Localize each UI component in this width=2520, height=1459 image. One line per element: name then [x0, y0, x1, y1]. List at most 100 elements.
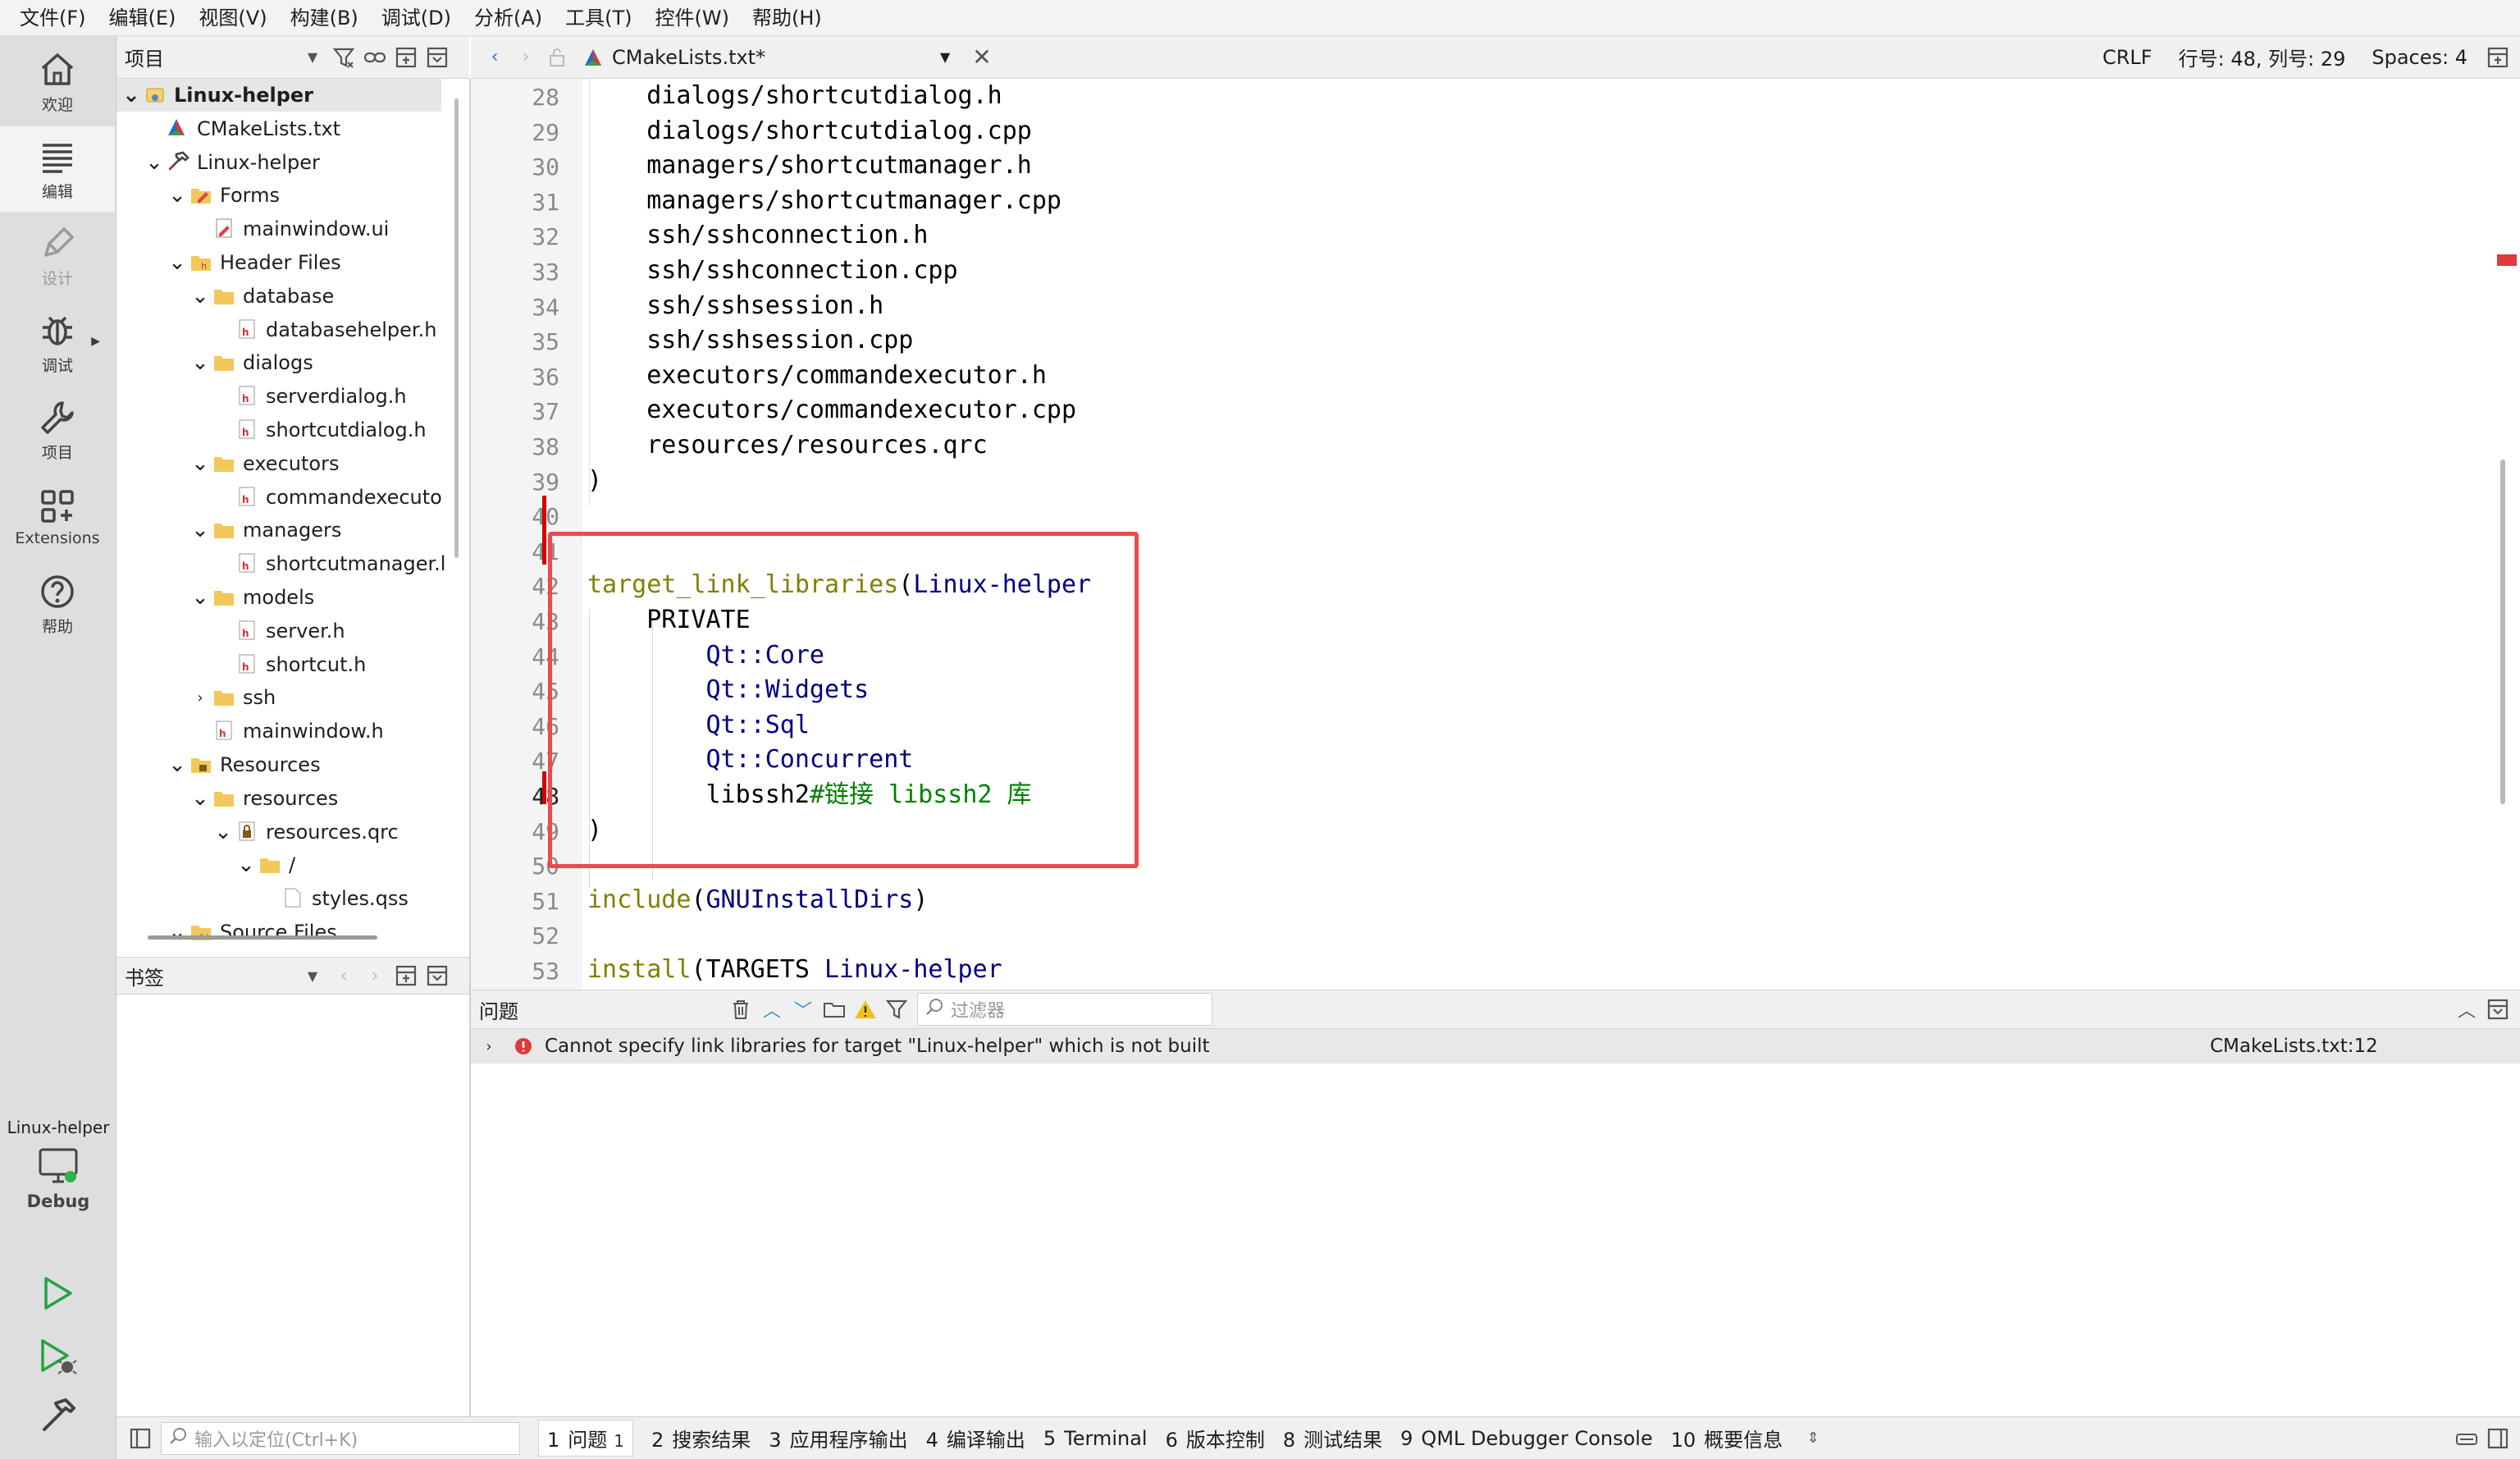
tree-scrollbar[interactable]: [454, 98, 459, 558]
output-tab[interactable]: 8 测试结果: [1283, 1424, 1382, 1452]
chevron-down-icon[interactable]: ⌄: [189, 453, 212, 474]
tree-item[interactable]: ⌄ dialogs: [116, 346, 313, 379]
menu-item[interactable]: 分析(A): [463, 0, 554, 36]
warning-icon[interactable]: [850, 994, 881, 1025]
filter-icon[interactable]: [328, 42, 359, 73]
tree-item[interactable]: ⌄ Resources: [116, 748, 320, 781]
tree-item[interactable]: ⌄ Forms: [116, 179, 280, 212]
tree-item[interactable]: h mainwindow.h: [116, 715, 384, 748]
folder-open-icon[interactable]: [819, 994, 850, 1025]
chevron-down-icon[interactable]: ⌄: [120, 85, 143, 106]
next-issue-icon[interactable]: ﹀: [788, 994, 819, 1025]
tree-item[interactable]: CMakeLists.txt: [116, 112, 340, 145]
line-ending-indicator[interactable]: CRLF: [2102, 46, 2152, 69]
chevron-down-icon[interactable]: ⌄: [189, 286, 212, 307]
menu-item[interactable]: 构建(B): [279, 0, 370, 36]
mode-bug[interactable]: 调试 ▶: [0, 300, 115, 386]
issues-filter-input[interactable]: 过滤器: [917, 993, 1212, 1026]
mode-help[interactable]: 帮助: [0, 561, 115, 647]
debug-run-button[interactable]: [33, 1333, 82, 1382]
chevron-down-icon[interactable]: ⌄: [235, 854, 258, 876]
open-file-selector[interactable]: CMakeLists.txt* ▼: [581, 45, 966, 70]
tree-horizontal-scrollbar[interactable]: [148, 935, 377, 940]
kit-selector[interactable]: Linux-helper Debug: [0, 1108, 116, 1247]
build-button[interactable]: [33, 1392, 82, 1441]
output-tab[interactable]: 3 应用程序输出: [769, 1424, 907, 1452]
forward-icon[interactable]: ›: [510, 42, 541, 73]
next-icon[interactable]: ›: [359, 960, 390, 991]
close-file-icon[interactable]: ✕: [966, 42, 998, 73]
mode-home[interactable]: 欢迎: [0, 39, 115, 125]
chevron-down-icon[interactable]: ⌄: [189, 519, 212, 541]
dropdown-arrow-icon[interactable]: ▼: [297, 42, 328, 73]
expand-arrow-icon[interactable]: ›: [471, 1038, 507, 1055]
tree-item[interactable]: ⌄ Linux-helper: [116, 79, 441, 112]
tree-item[interactable]: styles.qss: [116, 882, 409, 915]
trash-icon[interactable]: [725, 994, 756, 1025]
toggle-right-sidebar-icon[interactable]: [2482, 1423, 2513, 1454]
chevron-right-icon[interactable]: ›: [189, 689, 212, 707]
tree-item[interactable]: › ssh: [116, 681, 276, 714]
tree-item[interactable]: ⌄ /: [116, 848, 295, 881]
indentation-setting[interactable]: Spaces: 4: [2372, 46, 2468, 69]
tree-item[interactable]: ⌄ database: [116, 280, 334, 313]
output-tab[interactable]: 4 编译输出: [926, 1424, 1025, 1452]
chevron-down-icon[interactable]: ⌄: [212, 821, 235, 843]
output-tab[interactable]: 2 搜索结果: [651, 1424, 751, 1452]
editor-scrollbar[interactable]: [2500, 460, 2505, 804]
menu-item[interactable]: 帮助(H): [741, 0, 833, 36]
tree-item[interactable]: h commandexecuto: [116, 481, 442, 514]
dropdown-arrow-icon[interactable]: ▼: [297, 960, 328, 991]
back-icon[interactable]: ‹: [479, 42, 510, 73]
tree-item[interactable]: h shortcut.h: [116, 648, 366, 681]
chevron-down-icon[interactable]: ⌄: [189, 352, 212, 373]
tree-item[interactable]: h server.h: [116, 615, 345, 647]
close-panel-icon[interactable]: [2482, 994, 2513, 1025]
error-scroll-marker[interactable]: [2497, 254, 2517, 266]
tree-item[interactable]: ⌄ resources: [116, 782, 338, 815]
output-tab[interactable]: 1 问题 1: [538, 1420, 634, 1457]
bookmarks-view-selector[interactable]: 书签: [125, 962, 297, 990]
mode-wrench[interactable]: 项目: [0, 387, 115, 473]
tree-item[interactable]: h databasehelper.h: [116, 313, 436, 346]
updown-arrows-icon[interactable]: ⇕: [1797, 1423, 1828, 1454]
menu-item[interactable]: 调试(D): [370, 0, 463, 36]
progress-details-icon[interactable]: [2451, 1423, 2482, 1454]
menu-item[interactable]: 文件(F): [8, 0, 98, 36]
tree-item[interactable]: ⌄ models: [116, 581, 314, 614]
menu-item[interactable]: 视图(V): [187, 0, 278, 36]
split-editor-icon[interactable]: [2482, 42, 2513, 73]
tree-item[interactable]: ⌄ executors: [116, 447, 339, 480]
chevron-down-icon[interactable]: ⌄: [166, 252, 189, 273]
tree-item[interactable]: ⌄c++Source Files: [116, 916, 337, 949]
output-tab[interactable]: 6 版本控制: [1166, 1424, 1265, 1452]
split-icon[interactable]: [390, 960, 422, 991]
menu-item[interactable]: 工具(T): [554, 0, 643, 36]
mode-extensions[interactable]: Extensions: [0, 474, 115, 560]
maximize-panel-icon[interactable]: ︿: [2451, 994, 2482, 1025]
tree-item[interactable]: ⌄ resources.qrc: [116, 816, 399, 848]
cursor-position[interactable]: 行号: 48, 列号: 29: [2179, 43, 2346, 71]
project-view-selector[interactable]: 项目: [125, 43, 297, 71]
filter-icon[interactable]: [881, 994, 912, 1025]
issue-location[interactable]: CMakeLists.txt:12: [2210, 1036, 2378, 1057]
chevron-down-icon[interactable]: ⌄: [189, 788, 212, 809]
tree-item[interactable]: mainwindow.ui: [116, 213, 389, 245]
tree-item[interactable]: h serverdialog.h: [116, 380, 407, 413]
tree-item[interactable]: h shortcutdialog.h: [116, 414, 427, 446]
close-panel-icon[interactable]: [422, 42, 453, 73]
issue-row[interactable]: › Cannot specify link libraries for targ…: [471, 1029, 2520, 1063]
output-tab[interactable]: 9 QML Debugger Console: [1400, 1427, 1653, 1450]
locator-input[interactable]: 输入以定位(Ctrl+K): [161, 1421, 520, 1455]
tree-item[interactable]: h shortcutmanager.l: [116, 547, 445, 580]
menu-item[interactable]: 编辑(E): [98, 0, 188, 36]
chevron-down-icon[interactable]: ⌄: [189, 587, 212, 608]
chevron-down-icon[interactable]: ⌄: [166, 185, 189, 206]
chevron-down-icon[interactable]: ⌄: [166, 754, 189, 775]
close-panel-icon[interactable]: [422, 960, 453, 991]
menu-item[interactable]: 控件(W): [644, 0, 741, 36]
prev-issue-icon[interactable]: ︿: [756, 994, 788, 1025]
toggle-sidebar-icon[interactable]: [125, 1423, 156, 1454]
split-icon[interactable]: [390, 42, 422, 73]
chevron-down-icon[interactable]: ⌄: [143, 152, 166, 173]
